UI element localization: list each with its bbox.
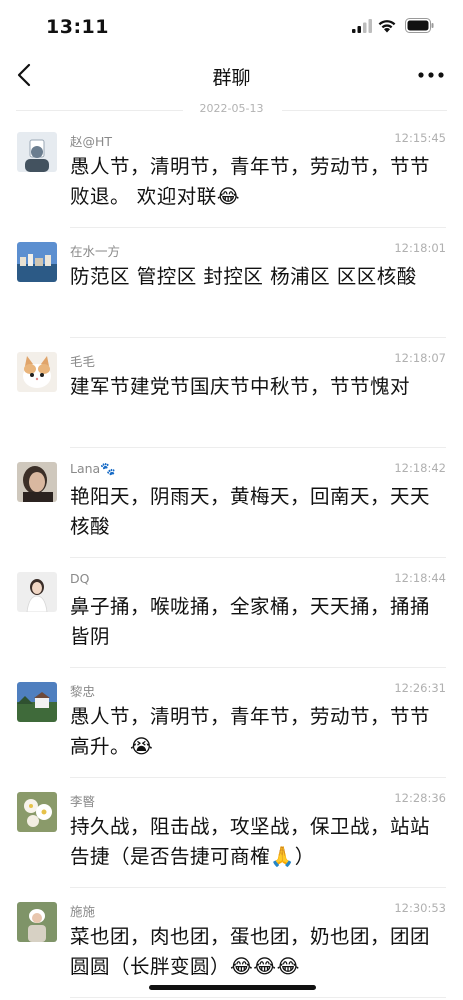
message-text: 愚人节，清明节，青年节，劳动节，节节败退。 欢迎对联😂	[70, 155, 431, 208]
wifi-icon	[378, 20, 396, 33]
message-item[interactable]: 李暋 12:28:36 持久战，阻击战，攻坚战，保卫战，站站告捷（是否告捷可商榷…	[0, 778, 463, 888]
message-time: 12:18:44	[394, 571, 446, 585]
sender-name: 李暋	[70, 794, 96, 809]
message-list: 赵@HT 12:15:45 愚人节，清明节，青年节，劳动节，节节败退。 欢迎对联…	[0, 118, 463, 998]
cellular-signal-icon	[352, 19, 372, 33]
message-time: 12:30:53	[394, 901, 446, 915]
message-item[interactable]: 毛毛 12:18:07 建军节建党节国庆节中秋节，节节愧对	[0, 338, 463, 448]
avatar[interactable]	[17, 132, 57, 172]
status-time: 13:11	[46, 16, 109, 38]
message-text: 菜也团，肉也团，蛋也团，奶也团，团团圆圆（长胖变圆）😂😂😂	[70, 925, 431, 978]
message-text: 愚人节，清明节，青年节，劳动节，节节高升。😭	[70, 705, 431, 758]
date-label: 2022-05-13	[199, 102, 264, 115]
avatar[interactable]	[17, 902, 57, 942]
more-button[interactable]	[416, 62, 446, 88]
avatar[interactable]	[17, 792, 57, 832]
sender-name: 施施	[70, 904, 96, 919]
nav-bar: 群聊	[0, 52, 463, 98]
message-item[interactable]: Lana🐾 12:18:42 艳阳天，阴雨天，黄梅天，回南天，天天核酸	[0, 448, 463, 558]
message-text: 建军节建党节国庆节中秋节，节节愧对	[70, 375, 411, 398]
sender-name: 赵@HT	[70, 134, 113, 149]
avatar[interactable]	[17, 352, 57, 392]
sender-name: Lana🐾	[70, 461, 116, 476]
message-time: 12:26:31	[394, 681, 446, 695]
status-bar: 13:11	[0, 0, 463, 52]
message-item[interactable]: 黎忠 12:26:31 愚人节，清明节，青年节，劳动节，节节高升。😭	[0, 668, 463, 778]
message-item[interactable]: 赵@HT 12:15:45 愚人节，清明节，青年节，劳动节，节节败退。 欢迎对联…	[0, 118, 463, 228]
message-separator	[70, 997, 446, 998]
message-time: 12:18:07	[394, 351, 446, 365]
message-text: 鼻子捅，喉咙捅，全家桶，天天捅，捅捅皆阴	[70, 595, 431, 648]
message-item[interactable]: DQ 12:18:44 鼻子捅，喉咙捅，全家桶，天天捅，捅捅皆阴	[0, 558, 463, 668]
message-text: 持久战，阻击战，攻坚战，保卫战，站站告捷（是否告捷可商榷🙏）	[70, 815, 431, 868]
avatar[interactable]	[17, 682, 57, 722]
battery-icon	[405, 18, 434, 33]
chat-title: 群聊	[212, 67, 251, 89]
date-divider: 2022-05-13	[0, 102, 463, 118]
message-time: 12:28:36	[394, 791, 446, 805]
sender-name: DQ	[70, 571, 90, 586]
message-time: 12:18:42	[394, 461, 446, 475]
message-text: 防范区 管控区 封控区 杨浦区 区区核酸	[70, 265, 417, 288]
message-item[interactable]: 在水一方 12:18:01 防范区 管控区 封控区 杨浦区 区区核酸	[0, 228, 463, 338]
avatar[interactable]	[17, 572, 57, 612]
message-time: 12:15:45	[394, 131, 446, 145]
message-time: 12:18:01	[394, 241, 446, 255]
sender-name: 毛毛	[70, 354, 96, 369]
divider-line	[282, 110, 447, 111]
home-indicator[interactable]	[149, 985, 316, 990]
message-text: 艳阳天，阴雨天，黄梅天，回南天，天天核酸	[70, 485, 431, 538]
message-item[interactable]: 施施 12:30:53 菜也团，肉也团，蛋也团，奶也团，团团圆圆（长胖变圆）😂😂…	[0, 888, 463, 998]
sender-name: 在水一方	[70, 244, 121, 259]
sender-name: 黎忠	[70, 684, 96, 699]
avatar[interactable]	[17, 242, 57, 282]
avatar[interactable]	[17, 462, 57, 502]
